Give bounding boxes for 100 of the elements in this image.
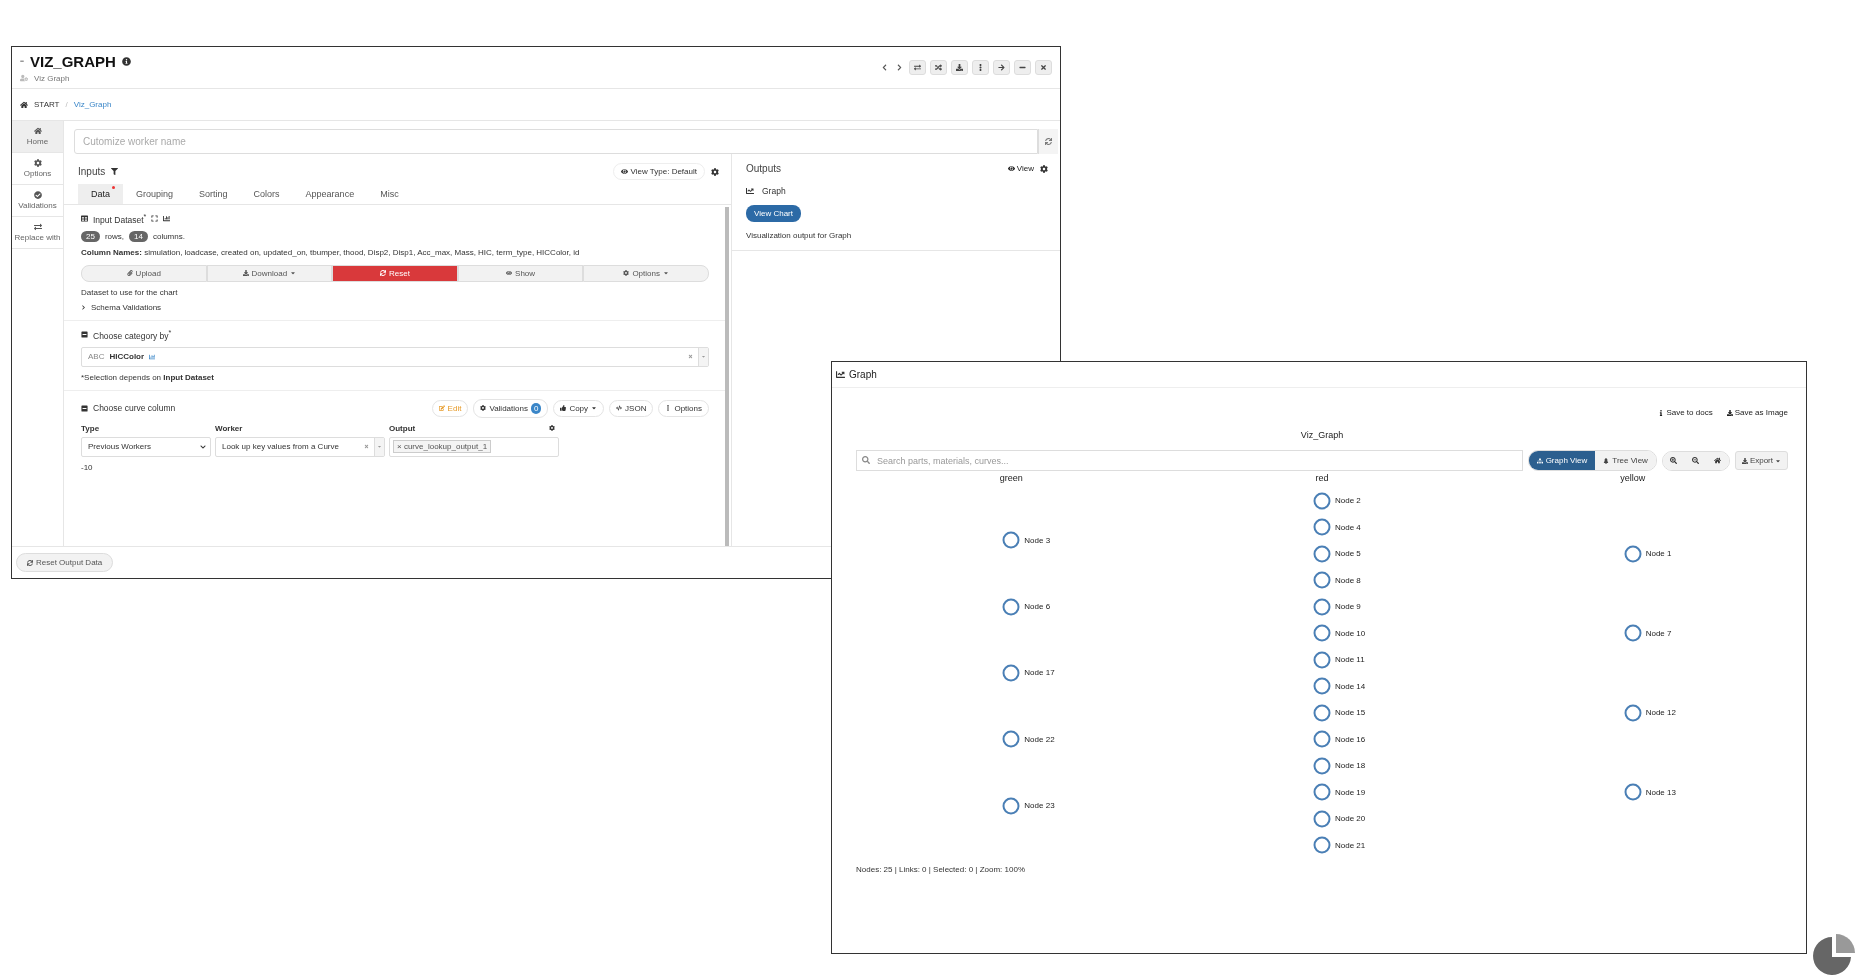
node-circle[interactable] (1623, 544, 1642, 563)
node-circle[interactable] (1313, 783, 1331, 802)
node-circle[interactable] (1313, 677, 1331, 696)
node-label: Node 1 (1645, 549, 1673, 559)
node-circle[interactable] (1313, 650, 1331, 669)
line-chart-icon (836, 370, 845, 379)
columns-label: columns. (152, 231, 185, 241)
save-button[interactable]: Save to docs (1658, 408, 1713, 417)
tab[interactable]: Grouping (123, 184, 187, 204)
node-label: Node 9 (1335, 602, 1362, 612)
node-circle[interactable] (1002, 796, 1021, 815)
dataset-button[interactable]: Reset (332, 264, 458, 282)
category-select[interactable]: ABC HICColor (81, 346, 709, 367)
download-button[interactable] (951, 60, 968, 75)
group-label: green (999, 473, 1023, 483)
scrollbar[interactable] (725, 207, 729, 546)
shuffle-button[interactable] (930, 60, 947, 75)
node-circle[interactable] (1002, 730, 1021, 749)
next-button[interactable] (993, 60, 1010, 75)
node-label: Node 10 (1335, 628, 1367, 638)
node-circle[interactable] (1313, 518, 1331, 537)
node-circle[interactable] (1313, 571, 1331, 590)
view-toggle[interactable]: Tree View (1595, 451, 1656, 470)
more-icon (665, 405, 672, 412)
download-icon (1726, 409, 1733, 416)
gear-icon (549, 425, 555, 432)
worker-name-field[interactable]: Cutomize worker name (74, 129, 1038, 154)
zoom-in-button[interactable] (1662, 451, 1685, 470)
chart-icon (149, 353, 156, 360)
node-circle[interactable] (1313, 597, 1331, 616)
hierarchy-icon (1536, 457, 1543, 464)
node-circle[interactable] (1623, 703, 1642, 722)
node-circle[interactable] (1313, 544, 1331, 563)
view-toggle[interactable]: Graph View (1528, 451, 1596, 470)
gear-icon (623, 270, 630, 277)
node-circle[interactable] (1623, 624, 1642, 643)
node-circle[interactable] (1313, 624, 1331, 643)
view-chart-button[interactable]: View Chart (746, 205, 801, 222)
gear-icon (33, 159, 42, 167)
section-button[interactable]: Copy (553, 399, 605, 417)
export-button[interactable]: Export (1734, 451, 1788, 470)
node-circle[interactable] (1623, 783, 1642, 802)
view-button[interactable]: View (1007, 164, 1034, 173)
node-circle[interactable] (1313, 491, 1331, 510)
node-circle[interactable] (1313, 756, 1331, 775)
info-icon (1658, 409, 1665, 416)
caret-icon (290, 270, 297, 277)
node-circle[interactable] (1002, 664, 1021, 682)
worker-icon (20, 74, 28, 82)
node-circle[interactable] (1002, 597, 1021, 616)
dataset-button[interactable]: Upload (81, 264, 207, 282)
tab[interactable]: Misc (367, 184, 412, 204)
close-icon (1040, 64, 1047, 71)
window-subtitle: Viz Graph (34, 73, 70, 83)
breadcrumb-link[interactable]: START (34, 100, 60, 109)
chevron-right-icon (896, 64, 903, 71)
rows-label: rows, (104, 231, 125, 241)
dataset-button[interactable]: Download (206, 264, 333, 282)
worker-select[interactable]: Look up key values from a Curve (215, 436, 385, 457)
gear-icon (711, 167, 719, 176)
pie-chart-icon (1812, 933, 1856, 977)
home-button[interactable] (1706, 451, 1729, 470)
view-type-button[interactable]: View Type: Default (612, 163, 705, 180)
node-label: Node 18 (1335, 761, 1367, 771)
node-circle[interactable] (1002, 531, 1021, 550)
node-label: Node 20 (1335, 814, 1367, 824)
value-text: -10 (81, 462, 94, 472)
refresh-icon (1045, 138, 1052, 145)
node-circle[interactable] (1313, 703, 1331, 722)
tab[interactable]: Colors (240, 184, 293, 204)
reset-output-button[interactable]: Reset Output Data (16, 553, 114, 572)
node-circle[interactable] (1313, 809, 1331, 828)
node-label: Node 12 (1645, 708, 1677, 718)
dataset-button[interactable]: Show (457, 264, 584, 282)
sidebar-item[interactable]: Home (12, 121, 63, 153)
eye-icon (620, 168, 628, 175)
dataset-button[interactable]: Options (583, 264, 709, 282)
type-select[interactable]: Previous Workers (81, 436, 211, 457)
tab[interactable]: Data (78, 184, 123, 204)
output-field[interactable]: × curve_lookup_output_1 (389, 436, 559, 457)
close-button[interactable] (1035, 60, 1052, 75)
node-label: Node 6 (1024, 602, 1052, 612)
tab[interactable]: Sorting (186, 184, 241, 204)
node-label: Node 11 (1335, 655, 1366, 665)
section-button[interactable]: Validations 0 (473, 398, 549, 418)
save-button[interactable]: Save as Image (1726, 408, 1788, 417)
refresh-button[interactable] (1038, 129, 1058, 154)
tab[interactable]: Appearance (292, 184, 368, 204)
node-circle[interactable] (1313, 730, 1331, 749)
node-label: Node 23 (1024, 801, 1056, 811)
node-label: Node 15 (1335, 708, 1367, 718)
section-button[interactable]: Options (658, 399, 709, 417)
breadcrumb-link[interactable]: Viz_Graph (73, 100, 112, 109)
section-button[interactable]: JSON (609, 399, 654, 417)
node-circle[interactable] (1313, 836, 1331, 855)
schema-validations-link[interactable]: Schema Validations (91, 302, 162, 312)
minimize-button[interactable] (1014, 60, 1031, 75)
swap-button[interactable] (909, 60, 926, 75)
zoom-out-icon (1692, 457, 1700, 464)
search-field[interactable]: Search parts, materials, curves... (856, 450, 1523, 471)
